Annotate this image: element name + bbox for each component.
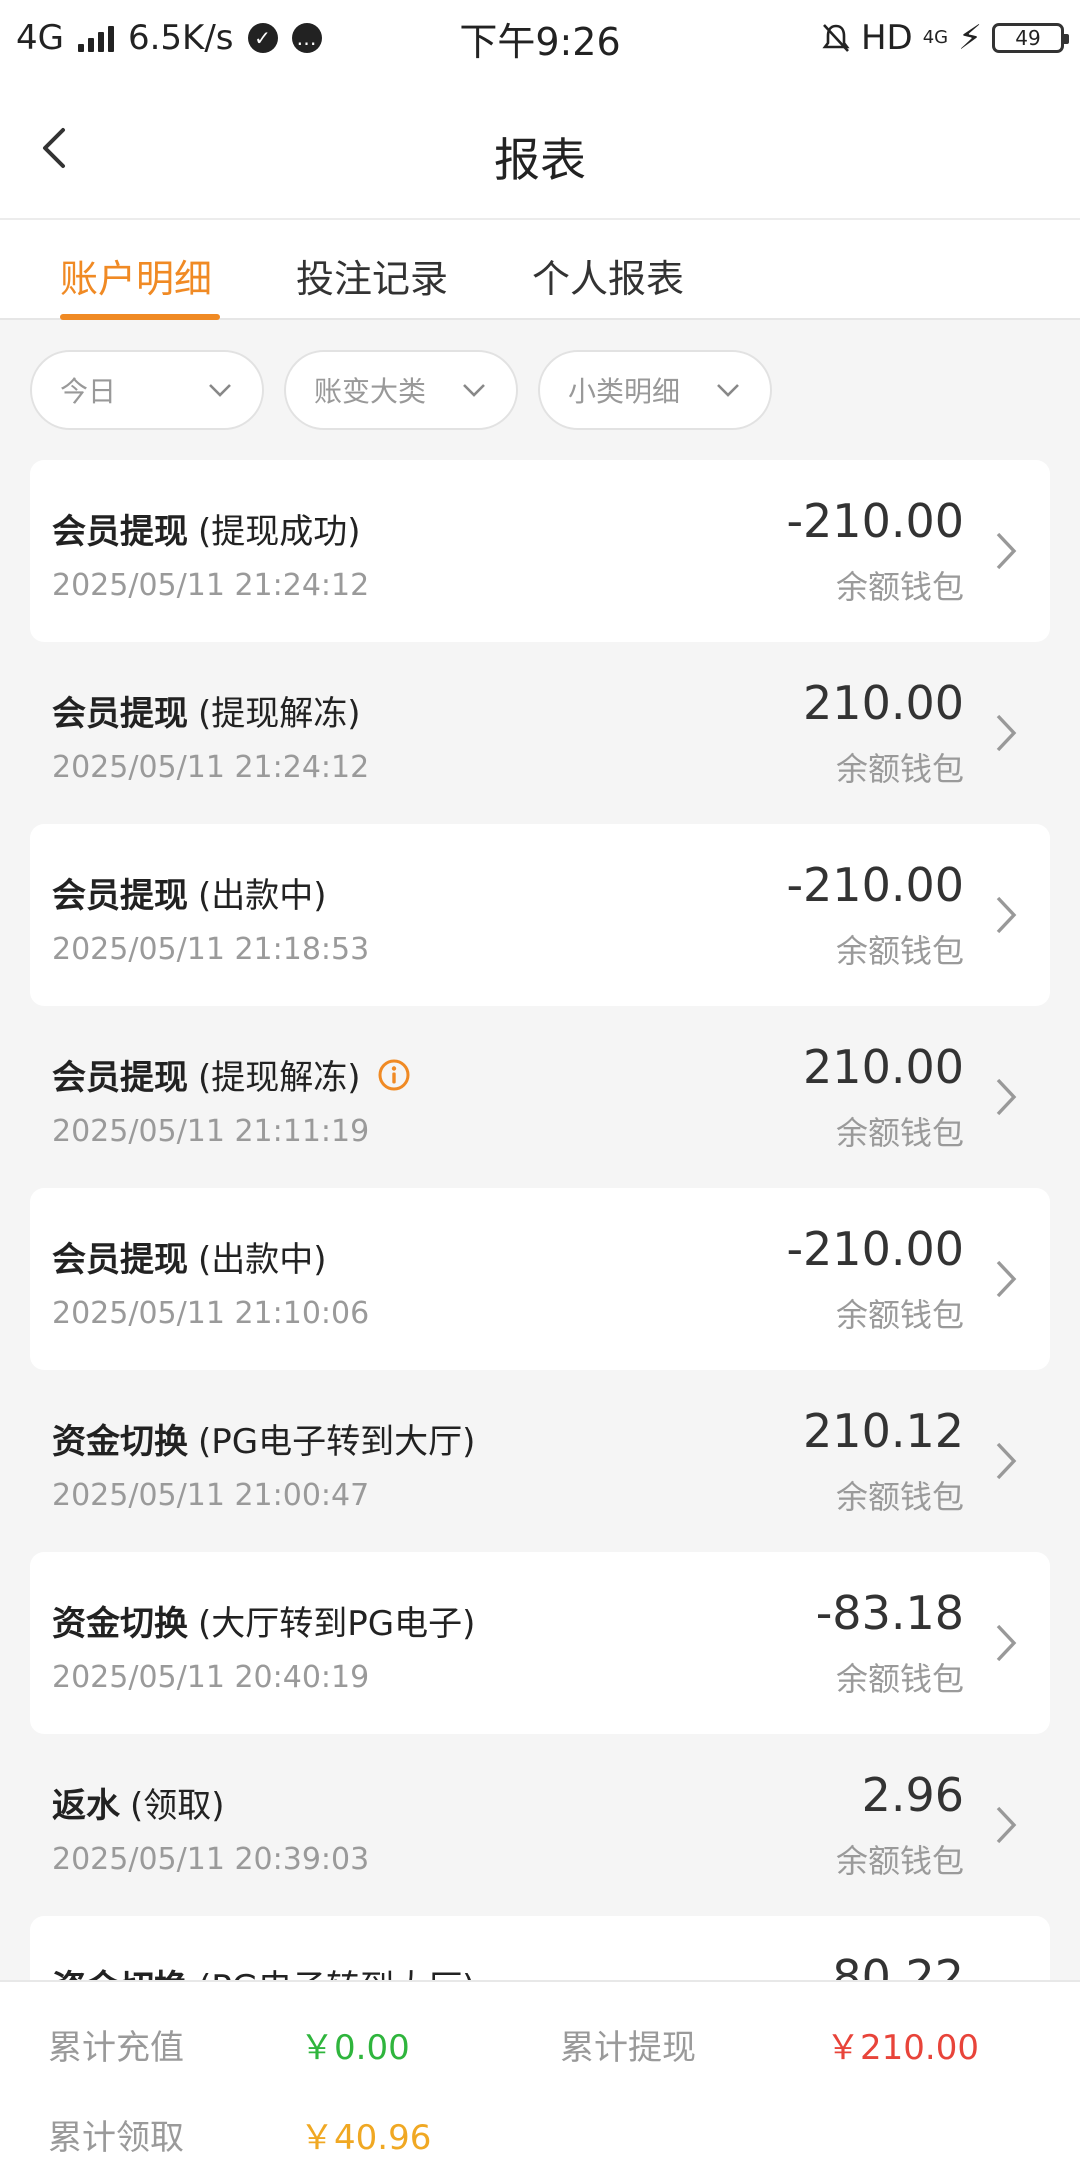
chevron-down-icon bbox=[463, 384, 485, 397]
network-type: 4G bbox=[16, 18, 64, 58]
record-wallet: 余额钱包 bbox=[835, 1478, 964, 1516]
record-row[interactable]: 会员提现 (提现解冻) 2025/05/11 21:24:12 210.00 余额… bbox=[30, 642, 1050, 824]
record-row[interactable]: 资金切换 (PG电子转到大厅) 2025/05/11 21:00:47 210.1… bbox=[30, 1370, 1050, 1552]
tab-bar: 账户明细 投注记录 个人报表 bbox=[0, 220, 1080, 320]
filter-date-label: 今日 bbox=[60, 375, 117, 408]
chevron-right-icon bbox=[996, 1442, 1017, 1480]
record-wallet: 余额钱包 bbox=[835, 932, 964, 970]
record-time: 2025/05/11 21:10:06 bbox=[52, 1296, 370, 1331]
claim-total-value: ￥40.96 bbox=[300, 2118, 432, 2158]
record-amount: -210.00 bbox=[786, 1222, 964, 1276]
net-small: 4G bbox=[922, 27, 949, 48]
mute-bell-icon bbox=[822, 24, 850, 52]
battery-level: 49 bbox=[1015, 26, 1041, 50]
record-title: 会员提现 (提现解冻) bbox=[52, 694, 361, 734]
record-wallet: 余额钱包 bbox=[835, 1842, 964, 1880]
records-list: 会员提现 (提现成功) 2025/05/11 21:24:12 -210.00 余… bbox=[30, 460, 1050, 2098]
record-wallet: 余额钱包 bbox=[835, 568, 964, 606]
record-title: 资金切换(PG电子转到大厅) bbox=[52, 1422, 476, 1462]
chevron-right-icon bbox=[996, 896, 1017, 934]
filter-bar: 今日 账变大类 小类明细 bbox=[0, 350, 1080, 430]
status-right: HD 4G ⚡ 49 bbox=[644, 18, 1069, 58]
status-bar: 4G 6.5K/s ✓ … 下午9:26 HD 4G ⚡ 49 bbox=[0, 0, 1080, 76]
clock: 下午9:26 bbox=[459, 19, 621, 64]
record-title: 会员提现 (提现解冻) bbox=[52, 1050, 411, 1099]
record-wallet: 余额钱包 bbox=[835, 1114, 964, 1152]
record-time: 2025/05/11 20:39:03 bbox=[52, 1842, 370, 1877]
tab-personal-report[interactable]: 个人报表 bbox=[532, 248, 684, 320]
tab-account-detail[interactable]: 账户明细 bbox=[60, 248, 212, 320]
record-row[interactable]: 返水 (领取) 2025/05/11 20:39:03 2.96 余额钱包 bbox=[30, 1734, 1050, 1916]
record-row[interactable]: 会员提现 (出款中) 2025/05/11 21:18:53 -210.00 余额… bbox=[30, 824, 1050, 1006]
filter-category-label: 账变大类 bbox=[314, 375, 427, 408]
record-amount: 210.12 bbox=[803, 1404, 964, 1458]
page-title: 报表 bbox=[494, 133, 586, 187]
record-title: 返水 (领取) bbox=[52, 1786, 225, 1826]
record-amount: 2.96 bbox=[861, 1768, 964, 1822]
summary-footer: 累计充值 ￥0.00 累计提现 ￥210.00 累计领取 ￥40.96 bbox=[0, 1980, 1080, 2160]
record-amount: -210.00 bbox=[786, 494, 964, 548]
charging-icon: ⚡ bbox=[958, 18, 982, 58]
battery-icon: 49 bbox=[992, 23, 1069, 53]
network-speed: 6.5K/s bbox=[127, 18, 234, 58]
record-row[interactable]: 会员提现 (提现解冻) 2025/05/11 21:11:19 210.00 余额… bbox=[30, 1006, 1050, 1188]
record-amount: -210.00 bbox=[786, 858, 964, 912]
record-row[interactable]: 会员提现 (提现成功) 2025/05/11 21:24:12 -210.00 余… bbox=[30, 460, 1050, 642]
record-time: 2025/05/11 21:00:47 bbox=[52, 1478, 370, 1513]
page-header: 报表 bbox=[0, 76, 1080, 220]
chevron-right-icon bbox=[996, 532, 1017, 570]
chevron-right-icon bbox=[996, 1624, 1017, 1662]
record-row[interactable]: 资金切换 (大厅转到PG电子) 2025/05/11 20:40:19 -83.1… bbox=[30, 1552, 1050, 1734]
record-time: 2025/05/11 21:24:12 bbox=[52, 750, 370, 785]
chevron-right-icon bbox=[996, 714, 1017, 752]
record-wallet: 余额钱包 bbox=[835, 1296, 964, 1334]
record-amount: 210.00 bbox=[803, 676, 964, 730]
record-title: 会员提现 (提现成功) bbox=[52, 512, 361, 552]
signal-icon bbox=[77, 24, 114, 52]
record-wallet: 余额钱包 bbox=[835, 1660, 964, 1698]
filter-category[interactable]: 账变大类 bbox=[284, 350, 518, 430]
status-left: 4G 6.5K/s ✓ … bbox=[16, 18, 436, 58]
record-row[interactable]: 会员提现 (出款中) 2025/05/11 21:10:06 -210.00 余额… bbox=[30, 1188, 1050, 1370]
chat-icon: … bbox=[291, 23, 322, 53]
record-title: 会员提现 (出款中) bbox=[52, 1240, 327, 1280]
withdraw-total-value: ￥210.00 bbox=[826, 2028, 979, 2068]
record-amount: -83.18 bbox=[815, 1586, 964, 1640]
record-title: 资金切换 (大厅转到PG电子) bbox=[52, 1604, 476, 1644]
filter-subcategory[interactable]: 小类明细 bbox=[538, 350, 772, 430]
hd-label: HD bbox=[860, 18, 913, 58]
chevron-right-icon bbox=[996, 1260, 1017, 1298]
record-time: 2025/05/11 21:11:19 bbox=[52, 1114, 370, 1149]
recharge-total-label: 累计充值 bbox=[48, 2028, 184, 2068]
chevron-down-icon bbox=[717, 384, 739, 397]
filter-date[interactable]: 今日 bbox=[30, 350, 264, 430]
claim-total-label: 累计领取 bbox=[48, 2118, 184, 2158]
record-time: 2025/05/11 20:40:19 bbox=[52, 1660, 370, 1695]
chevron-down-icon bbox=[209, 384, 231, 397]
recharge-total-value: ￥0.00 bbox=[300, 2028, 410, 2068]
info-icon[interactable] bbox=[377, 1058, 411, 1092]
tab-bet-records[interactable]: 投注记录 bbox=[296, 248, 448, 320]
record-title: 会员提现 (出款中) bbox=[52, 876, 327, 916]
withdraw-total-label: 累计提现 bbox=[560, 2028, 696, 2068]
chevron-right-icon bbox=[996, 1806, 1017, 1844]
filter-subcategory-label: 小类明细 bbox=[568, 375, 681, 408]
chevron-right-icon bbox=[996, 1078, 1017, 1116]
record-amount: 210.00 bbox=[803, 1040, 964, 1094]
record-time: 2025/05/11 21:24:12 bbox=[52, 568, 370, 603]
record-time: 2025/05/11 21:18:53 bbox=[52, 932, 370, 967]
check-icon: ✓ bbox=[247, 23, 278, 53]
tab-active-indicator bbox=[60, 314, 220, 320]
record-wallet: 余额钱包 bbox=[835, 750, 964, 788]
